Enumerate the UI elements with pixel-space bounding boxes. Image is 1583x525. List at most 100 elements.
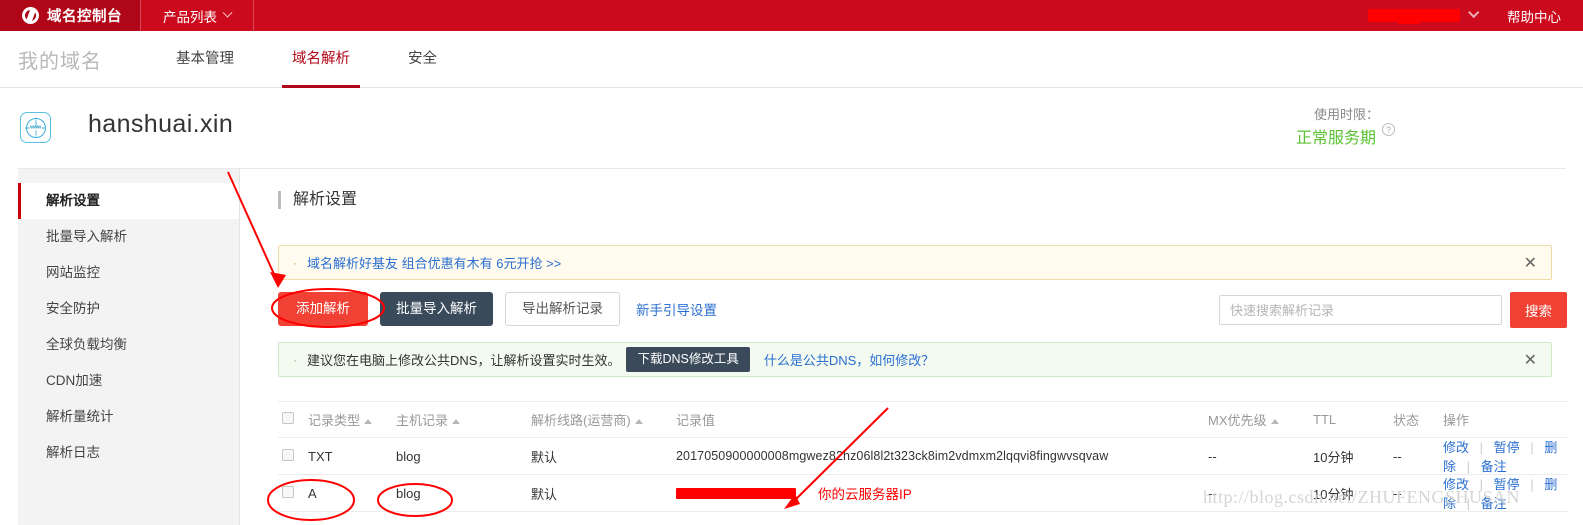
- sidebar-top-pad: [18, 169, 239, 183]
- main-content: 解析设置 · 域名解析好基友 组合优惠有木有 6元开抢 >> ✕ 添加解析 批量…: [262, 169, 1583, 525]
- cell-host-record: blog: [396, 485, 421, 501]
- header-label: 解析线路(运营商): [531, 413, 631, 428]
- sidebar-item-batch-import[interactable]: 批量导入解析: [18, 219, 239, 255]
- edit-link[interactable]: 修改: [1443, 440, 1469, 455]
- header-mx-priority[interactable]: MX优先级: [1208, 410, 1313, 429]
- cell-ttl: 10分钟: [1313, 486, 1354, 502]
- header-label: MX优先级: [1208, 413, 1267, 428]
- pause-link[interactable]: 暂停: [1494, 477, 1520, 492]
- cell-record-value: [676, 486, 1208, 501]
- records-table: 记录类型 主机记录 解析线路(运营商) 记录值 MX优先级 TTL 状态 操作 …: [278, 401, 1568, 512]
- select-all-checkbox[interactable]: [282, 412, 294, 424]
- sidebar-item-cdn[interactable]: CDN加速: [18, 363, 239, 399]
- separator: |: [1466, 459, 1471, 474]
- row-select-cell: [278, 485, 308, 501]
- note-link[interactable]: 备注: [1481, 459, 1507, 474]
- account-name-redacted[interactable]: [1368, 9, 1460, 24]
- aliyun-logo-icon: [22, 7, 39, 24]
- header-label: 状态: [1393, 413, 1420, 428]
- cell-ttl: 10分钟: [1313, 449, 1354, 465]
- product-list-menu[interactable]: 产品列表: [140, 0, 254, 31]
- pause-link[interactable]: 暂停: [1494, 440, 1520, 455]
- row-checkbox[interactable]: [282, 448, 294, 461]
- header-label: 操作: [1443, 413, 1470, 428]
- header-label: TTL: [1313, 412, 1337, 427]
- tab-basic-management[interactable]: 基本管理: [158, 31, 252, 88]
- separator: |: [1530, 477, 1534, 492]
- top-bar: 域名控制台 产品列表 帮助中心: [0, 0, 1583, 31]
- help-center-link[interactable]: 帮助中心: [1507, 6, 1583, 26]
- separator: |: [1479, 440, 1484, 455]
- cell-resolution-line: 默认: [531, 486, 558, 502]
- page-title-mydomain: 我的域名: [18, 50, 102, 73]
- table-header-row: 记录类型 主机记录 解析线路(运营商) 记录值 MX优先级 TTL 状态 操作: [278, 401, 1568, 438]
- globe-www-icon: www: [20, 112, 51, 143]
- what-is-public-dns-link[interactable]: 什么是公共DNS，如何修改？: [764, 350, 934, 369]
- row-select-cell: [278, 448, 308, 464]
- cell-record-value: 2017050900000008mgwez82hz06l8l2t323ck8im…: [676, 449, 1109, 463]
- sidebar-item-resolution-log[interactable]: 解析日志: [18, 435, 239, 471]
- header-label: 主机记录: [396, 413, 449, 428]
- cell-record-type: A: [308, 485, 317, 501]
- brand-console[interactable]: 域名控制台: [0, 0, 140, 31]
- sort-asc-icon: [634, 419, 643, 425]
- search-input[interactable]: [1219, 295, 1502, 325]
- cell-state: --: [1393, 448, 1402, 464]
- section-title: 解析设置: [278, 191, 357, 209]
- sidebar-item-security-protection[interactable]: 安全防护: [18, 291, 239, 327]
- sidebar: 解析设置 批量导入解析 网站监控 安全防护 全球负载均衡 CDN加速 解析量统计…: [18, 169, 240, 525]
- batch-import-button[interactable]: 批量导入解析: [380, 292, 493, 326]
- sidebar-item-resolution-settings[interactable]: 解析设置: [18, 183, 239, 219]
- chevron-down-icon: [222, 7, 233, 18]
- search-button[interactable]: 搜索: [1510, 292, 1567, 328]
- main-nav: 我的域名 基本管理 域名解析 安全: [0, 31, 1583, 88]
- help-question-icon[interactable]: ?: [1382, 123, 1395, 136]
- beginner-guide-link[interactable]: 新手引导设置: [636, 299, 717, 319]
- sidebar-item-resolution-stats[interactable]: 解析量统计: [18, 399, 239, 435]
- sidebar-item-site-monitor[interactable]: 网站监控: [18, 255, 239, 291]
- edit-link[interactable]: 修改: [1443, 477, 1469, 492]
- header-record-type[interactable]: 记录类型: [308, 410, 396, 429]
- cell-operations: 修改 | 暂停 | 删除 | 备注: [1443, 437, 1568, 475]
- cell-resolution-line: 默认: [531, 449, 558, 465]
- tab-security[interactable]: 安全: [390, 31, 455, 88]
- download-dns-tool-button[interactable]: 下载DNS修改工具: [626, 347, 750, 372]
- cell-host-record: blog: [396, 448, 421, 464]
- ip-address-redacted: [676, 487, 796, 499]
- product-list-label: 产品列表: [163, 9, 217, 25]
- notice-promo: · 域名解析好基友 组合优惠有木有 6元开抢 >> ✕: [278, 245, 1552, 280]
- header-state: 状态: [1393, 410, 1443, 429]
- topbar-right: 帮助中心: [1368, 0, 1583, 31]
- table-row: A blog 默认 -- 10分钟 -- 修改 | 暂停 | 删除 | 备注: [278, 475, 1568, 512]
- separator: |: [1530, 440, 1534, 455]
- header-host-record[interactable]: 主机记录: [396, 410, 531, 429]
- header-label: 记录值: [676, 413, 716, 428]
- header-resolution-line[interactable]: 解析线路(运营商): [531, 410, 676, 429]
- notice-dns-text: 建议您在电脑上修改公共DNS，让解析设置实时生效。: [307, 353, 621, 368]
- close-icon[interactable]: ✕: [1524, 253, 1537, 273]
- usage-period-label: 使用时限：: [1313, 107, 1379, 122]
- table-row: TXT blog 默认 2017050900000008mgwez82hz06l…: [278, 438, 1568, 475]
- domain-name: hanshuai.xin: [88, 110, 234, 138]
- tab-dns-resolution[interactable]: 域名解析: [274, 31, 368, 88]
- header-operations: 操作: [1443, 410, 1568, 429]
- note-link[interactable]: 备注: [1481, 496, 1507, 511]
- globe-shape: www: [25, 117, 46, 138]
- add-record-button[interactable]: 添加解析: [278, 292, 368, 326]
- usage-period-value: 正常服务期: [1295, 130, 1376, 147]
- select-all-cell: [278, 412, 308, 427]
- chevron-down-icon[interactable]: [1468, 6, 1480, 18]
- close-icon[interactable]: ✕: [1524, 350, 1537, 370]
- sidebar-item-global-load-balance[interactable]: 全球负载均衡: [18, 327, 239, 363]
- sidebar-item-label: CDN加速: [46, 373, 103, 388]
- export-records-button[interactable]: 导出解析记录: [505, 292, 620, 326]
- sidebar-item-label: 解析量统计: [46, 409, 114, 424]
- sort-asc-icon: [364, 419, 373, 425]
- notice-promo-link[interactable]: 域名解析好基友 组合优惠有木有 6元开抢 >>: [307, 253, 561, 272]
- row-checkbox[interactable]: [282, 485, 294, 498]
- notice-dns: · 建议您在电脑上修改公共DNS，让解析设置实时生效。 下载DNS修改工具 什么…: [278, 342, 1552, 377]
- header-ttl: TTL: [1313, 412, 1393, 427]
- page-root: 域名控制台 产品列表 帮助中心 我的域名 基本管理 域名解析 安全 www ha…: [0, 0, 1583, 525]
- sidebar-item-label: 解析日志: [46, 445, 100, 460]
